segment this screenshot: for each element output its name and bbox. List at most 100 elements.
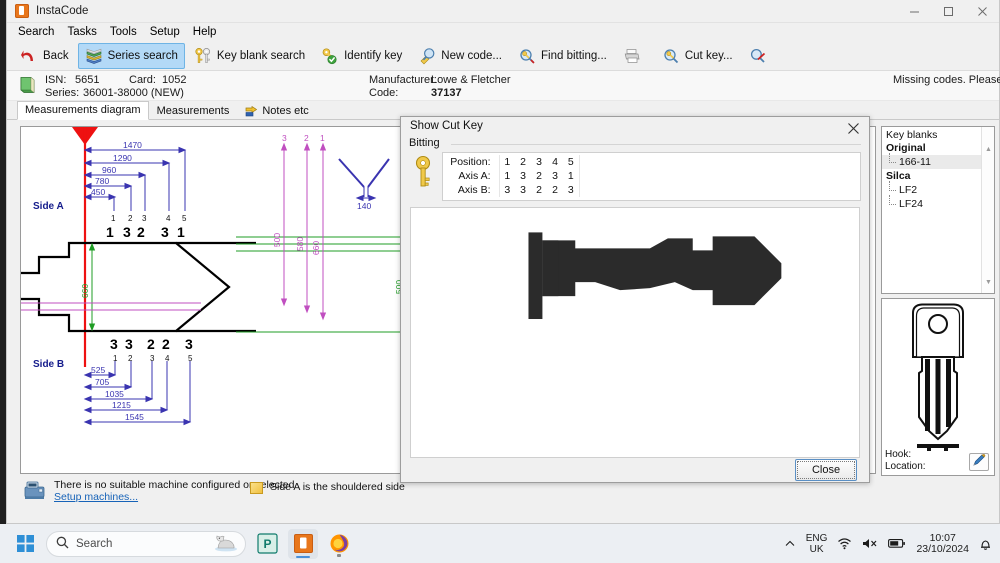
- svg-text:500: 500: [272, 233, 282, 247]
- clock[interactable]: 10:07 23/10/2024: [916, 532, 969, 555]
- toolbar-series-search-label: Series search: [107, 49, 178, 62]
- screen: InstaCode Search Tasks Tools Setup Help: [0, 0, 1000, 563]
- magnifier-key-icon: [518, 47, 536, 65]
- toolbar-find-bitting-label: Find bitting...: [541, 49, 607, 62]
- toolbar-new-code-button[interactable]: New code...: [411, 43, 509, 69]
- record-info-bar: ISN: 5651 Card: 1052 Series: 36001-38000…: [7, 71, 1000, 101]
- show-hidden-icons-button[interactable]: [784, 538, 796, 550]
- svg-text:525: 525: [91, 365, 105, 375]
- language-line-1: ENG: [805, 532, 828, 544]
- bell-icon[interactable]: [979, 537, 992, 551]
- tab-measurements-diagram[interactable]: Measurements diagram: [17, 101, 149, 120]
- app-icon: [15, 4, 29, 18]
- svg-text:1290: 1290: [113, 153, 132, 163]
- svg-text:3: 3: [161, 224, 169, 240]
- missing-codes-note[interactable]: Missing codes. Please help: [893, 74, 1000, 86]
- main-toolbar: Back Series search Key blank search Iden…: [7, 41, 999, 71]
- minimize-button[interactable]: [897, 0, 931, 23]
- toolbar-key-blank-search-button[interactable]: Key blank search: [187, 43, 312, 69]
- key-check-icon: [321, 47, 339, 65]
- setup-machines-link[interactable]: Setup machines...: [54, 491, 138, 503]
- key-blank-lf24[interactable]: LF24: [882, 195, 994, 211]
- dialog-close-button[interactable]: Close: [795, 459, 857, 482]
- svg-text:1: 1: [177, 224, 185, 240]
- axis-b-4: 2: [552, 184, 558, 197]
- menu-setup[interactable]: Setup: [144, 25, 187, 39]
- position-2: 2: [520, 156, 526, 169]
- key-blank-lf2[interactable]: LF2: [882, 181, 994, 197]
- taskbar-search-box[interactable]: Search: [46, 530, 246, 557]
- bitting-group-legend: Bitting: [409, 137, 445, 150]
- svg-text:780: 780: [95, 176, 109, 186]
- svg-text:660: 660: [80, 284, 90, 298]
- window-title: InstaCode: [36, 5, 89, 17]
- svg-text:3: 3: [110, 336, 118, 352]
- series-value: 36001-38000 (NEW): [83, 87, 184, 99]
- menu-tasks[interactable]: Tasks: [61, 25, 103, 39]
- isn-value: 5651: [75, 74, 100, 86]
- toolbar-cut-key-button[interactable]: Cut key...: [655, 43, 740, 69]
- axis-a-4: 3: [552, 170, 558, 183]
- edit-hook-button[interactable]: [969, 453, 989, 471]
- search-icon: [56, 536, 69, 552]
- language-indicator[interactable]: ENG UK: [806, 533, 828, 555]
- taskbar-app-publisher[interactable]: P: [252, 529, 282, 559]
- language-line-2: UK: [809, 543, 824, 555]
- svg-text:3: 3: [282, 133, 287, 143]
- magnifier-pin-icon: [749, 47, 767, 65]
- key-blank-drawing: [912, 303, 964, 451]
- taskbar-app-firefox[interactable]: [324, 529, 354, 559]
- key-blank-group-original: Original: [886, 142, 926, 154]
- cut-key-preview-canvas: [410, 207, 860, 459]
- axis-b-3: 2: [536, 184, 542, 197]
- toolbar-back-label: Back: [43, 49, 69, 62]
- axis-b-row-label: Axis B:: [447, 183, 500, 198]
- svg-text:P: P: [263, 537, 271, 551]
- scroll-down-icon[interactable]: ▼: [982, 276, 994, 289]
- close-window-button[interactable]: [965, 0, 999, 23]
- svg-text:705: 705: [95, 377, 109, 387]
- menu-tools[interactable]: Tools: [104, 25, 144, 39]
- table-row-axis-b: Axis B: 3 3 2 2 3: [447, 183, 580, 198]
- toolbar-series-search-button[interactable]: Series search: [77, 42, 185, 69]
- wifi-icon[interactable]: [837, 537, 852, 550]
- start-button[interactable]: [10, 529, 40, 559]
- axis-a-3: 2: [536, 170, 542, 183]
- tab-measurements[interactable]: Measurements: [149, 102, 238, 120]
- toolbar-print-button[interactable]: [616, 43, 653, 69]
- window-controls: [897, 0, 999, 23]
- dialog-title-bar: Show Cut Key: [401, 117, 869, 136]
- svg-text:2: 2: [304, 133, 309, 143]
- toolbar-find-bitting-button[interactable]: Find bitting...: [511, 43, 614, 69]
- battery-icon[interactable]: [888, 538, 906, 549]
- key-icon: [413, 154, 439, 188]
- axis-a-row-label: Axis A:: [447, 169, 500, 184]
- isn-label: ISN:: [45, 74, 67, 86]
- group-divider: [451, 144, 861, 146]
- toolbar-identify-key-button[interactable]: Identify key: [314, 43, 409, 69]
- position-4: 4: [552, 156, 558, 169]
- bitting-row: Position: 1 2 3 4 5 Axis A: 1 3 2 3 1 Ax…: [409, 146, 861, 202]
- menu-search[interactable]: Search: [12, 25, 61, 39]
- taskbar-app-instacode[interactable]: [288, 528, 318, 559]
- dialog-title: Show Cut Key: [410, 120, 483, 133]
- maximize-button[interactable]: [931, 0, 965, 23]
- toolbar-back-button[interactable]: Back: [13, 43, 76, 69]
- volume-muted-icon[interactable]: [862, 537, 878, 550]
- app-running-dot: [337, 553, 341, 557]
- key-blanks-scrollbar[interactable]: ▲ ▼: [981, 127, 994, 293]
- magnifier-cut-key-icon: [662, 47, 680, 65]
- menu-help[interactable]: Help: [187, 25, 224, 39]
- scroll-up-icon[interactable]: ▲: [982, 143, 994, 156]
- svg-text:2: 2: [147, 336, 155, 352]
- magnifier-new-icon: [418, 47, 436, 65]
- search-placeholder-text: Search: [76, 537, 113, 550]
- toolbar-extra-button[interactable]: [742, 43, 779, 69]
- svg-text:1470: 1470: [123, 140, 142, 150]
- svg-text:5: 5: [182, 214, 187, 223]
- tab-notes-etc[interactable]: Notes etc: [237, 102, 316, 120]
- pencil-icon: [972, 453, 986, 472]
- svg-text:960: 960: [102, 165, 116, 175]
- key-blank-166-11[interactable]: 166-11: [882, 153, 994, 169]
- axis-b-1: 3: [504, 184, 511, 197]
